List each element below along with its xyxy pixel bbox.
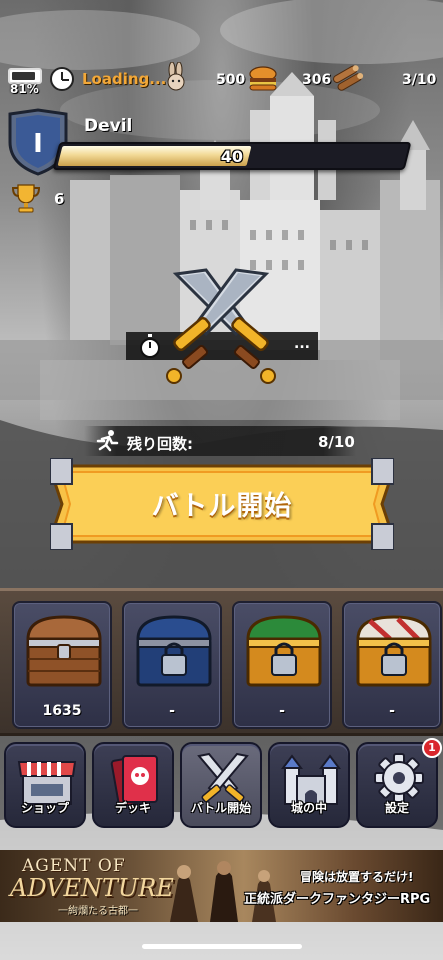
nav-settings-label: 設定 xyxy=(384,801,409,815)
rank-numeral: I xyxy=(33,129,43,159)
remaining-attempts-label: 残り回数: xyxy=(127,435,193,453)
ad-title-line1: AGENT OF xyxy=(22,856,126,876)
settings-notification-badge: 1 xyxy=(422,738,442,758)
nav-settings-button[interactable]: 設定 1 xyxy=(356,738,442,828)
timer-ellipsis: ... xyxy=(294,336,310,352)
chest-count: - xyxy=(279,703,285,719)
burger-icon xyxy=(249,66,277,91)
trophy-count: 6 xyxy=(54,190,65,208)
nav-battle-button[interactable]: バトル開始 xyxy=(180,742,262,828)
remaining-attempts-strip xyxy=(84,426,356,456)
trophy-icon xyxy=(11,184,41,213)
nav-deck-label: デッキ xyxy=(114,801,151,815)
chest-count: 1635 xyxy=(42,703,82,719)
experience-value: 40 xyxy=(220,147,244,166)
wooden-chest-icon xyxy=(26,615,102,687)
running-person-icon xyxy=(96,430,119,452)
blue-chest-locked-icon xyxy=(136,615,212,687)
nav-battle-label: バトル開始 xyxy=(190,801,252,815)
bottom-navigation: ショップ デッキ バトル開始 城の中 設定 1 xyxy=(0,738,443,838)
nav-castle-label: 城の中 xyxy=(290,801,327,815)
wood-amount: 306 xyxy=(302,72,332,88)
nav-shop-button[interactable]: ショップ xyxy=(4,742,86,828)
nav-deck-button[interactable]: デッキ xyxy=(92,742,174,828)
advertisement-banner[interactable]: AGENT OF ADVENTURE 一絢爛たる古都一 冒険は放置するだけ! 正… xyxy=(0,850,443,922)
remaining-attempts-value: 8/10 xyxy=(318,433,355,451)
chest-count: - xyxy=(389,703,395,719)
red-white-chest-locked-icon xyxy=(356,615,432,687)
chest-slot-3[interactable]: - xyxy=(232,601,332,729)
crossed-swords-icon xyxy=(166,268,276,384)
experience-bar: 40 xyxy=(52,142,412,170)
chest-slot-4[interactable]: - xyxy=(342,601,442,729)
clock-icon xyxy=(50,67,74,91)
loading-text: Loading... xyxy=(82,70,167,88)
green-gold-chest-locked-icon xyxy=(246,615,322,687)
home-indicator[interactable] xyxy=(142,944,302,949)
battery-percentage: 81% xyxy=(10,82,39,96)
resource-status-bar: 81% Loading... 500 306 3/10 xyxy=(0,62,443,96)
chest-slot-1[interactable]: 1635 xyxy=(12,601,112,729)
chest-count: - xyxy=(169,703,175,719)
ad-copy-line1: 冒険は放置するだけ! xyxy=(300,870,414,884)
start-battle-button[interactable]: バトル開始 xyxy=(49,457,395,551)
player-name: Devil xyxy=(84,116,133,136)
ad-copy-line2: 正統派ダークファンタジーRPG xyxy=(244,892,431,907)
ad-title-subtitle: 一絢爛たる古都一 xyxy=(58,906,138,917)
chest-slots-panel: 1635 - - - xyxy=(0,588,443,736)
ad-characters-illustration xyxy=(170,861,276,922)
rabbit-icon xyxy=(167,62,185,91)
gold-amount: 500 xyxy=(216,72,246,88)
wood-logs-icon xyxy=(333,65,364,91)
nav-castle-button[interactable]: 城の中 xyxy=(268,742,350,828)
chest-slot-2[interactable]: - xyxy=(122,601,222,729)
stamina-counter: 3/10 xyxy=(402,72,437,88)
battery-icon: 81% xyxy=(8,68,42,96)
nav-shop-label: ショップ xyxy=(20,801,69,815)
ad-title-line2: ADVENTURE xyxy=(10,874,174,902)
start-battle-label: バトル開始 xyxy=(151,491,293,522)
